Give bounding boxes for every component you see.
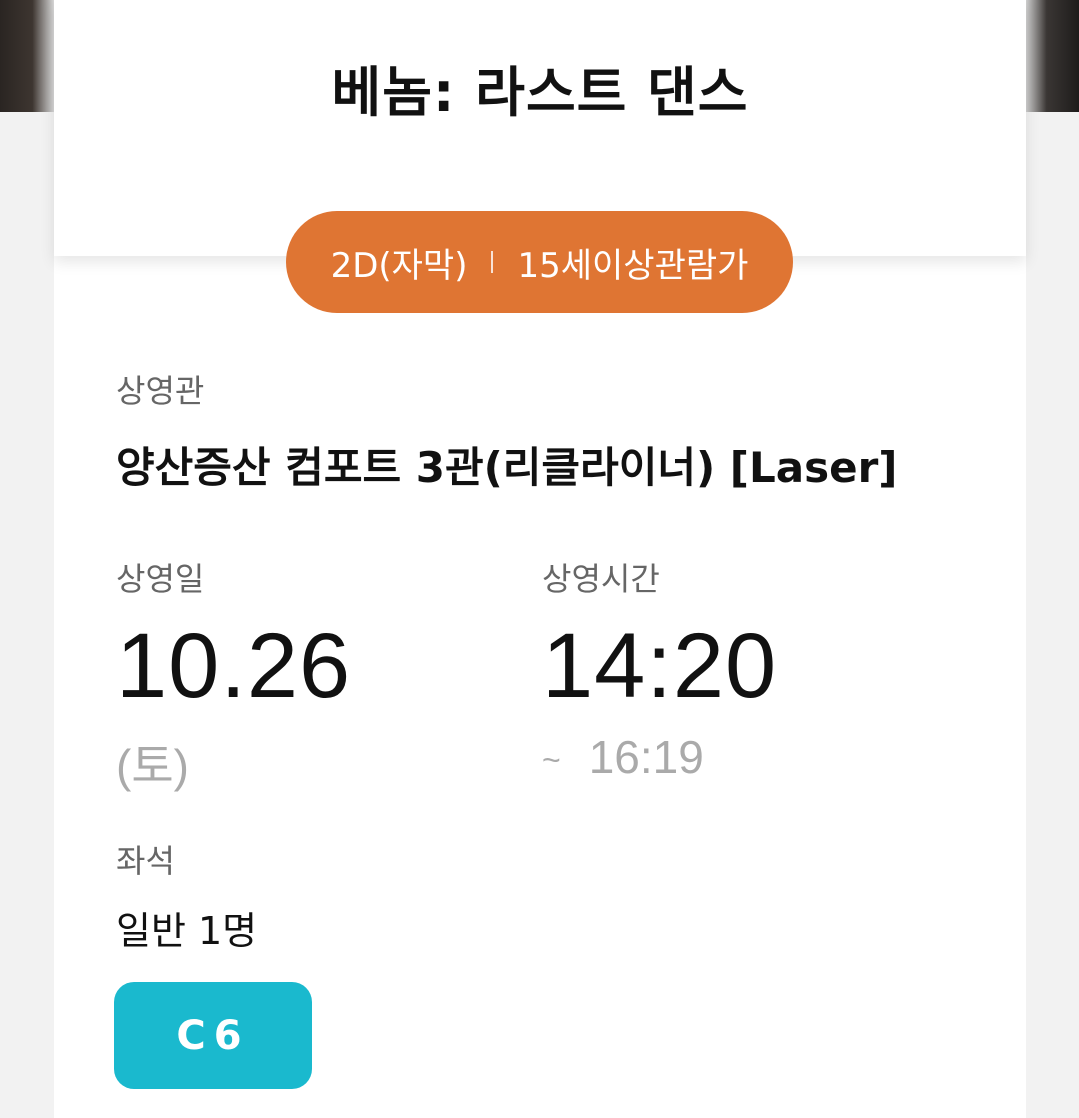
divider (491, 251, 494, 273)
end-time: 16:19 (588, 731, 704, 783)
format-rating-badge: 2D(자막) 15세이상관람가 (286, 211, 793, 313)
seat-label: 좌석 (116, 842, 175, 880)
time-label: 상영시간 (542, 560, 660, 598)
format-label: 2D(자막) (330, 245, 468, 286)
rating-label: 15세이상관람가 (517, 245, 749, 286)
end-time-prefix: ~ (542, 742, 561, 779)
end-time-row: ~16:19 (542, 730, 704, 784)
start-time: 14:20 (542, 615, 778, 717)
screening-weekday: (토) (116, 740, 189, 792)
seat-count: 일반 1명 (116, 909, 258, 953)
seat-number-badge: C6 (114, 982, 312, 1089)
ticket-card: 베놈: 라스트 댄스 2D(자막) 15세이상관람가 상영관 양산증산 컴포트 … (54, 0, 1026, 1118)
date-label: 상영일 (116, 560, 205, 598)
theater-label: 상영관 (116, 372, 205, 410)
movie-title: 베놈: 라스트 댄스 (331, 61, 749, 124)
screening-date: 10.26 (116, 615, 352, 717)
theater-name: 양산증산 컴포트 3관(리클라이너) [Laser] (116, 443, 898, 492)
